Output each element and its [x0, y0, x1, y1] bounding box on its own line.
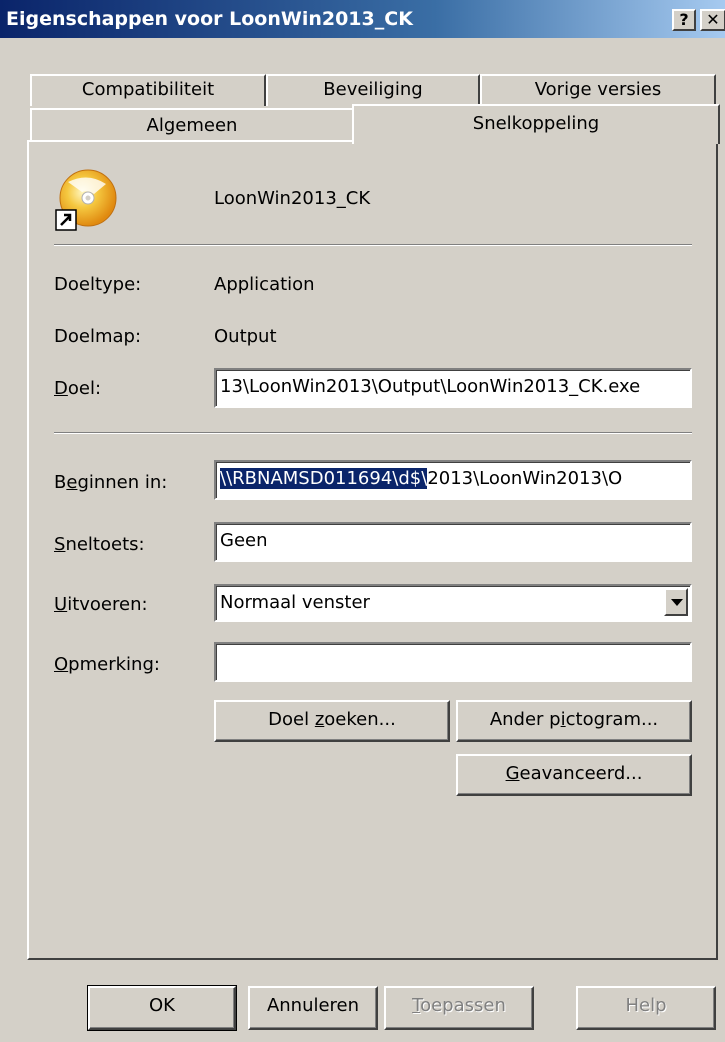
sneltoets-value: Geen [220, 530, 268, 551]
tab-label: Snelkoppeling [472, 113, 600, 134]
tab-label: Compatibiliteit [81, 79, 215, 100]
close-button[interactable]: ✕ [700, 9, 725, 31]
doel-label-accel: D [54, 378, 68, 399]
doelmap-label: Doelmap: [54, 326, 142, 347]
uitvoeren-label: Uitvoeren: [54, 594, 148, 615]
doel-label-rest: oel: [67, 378, 102, 399]
tab-beveiliging[interactable]: Beveiliging [266, 74, 480, 106]
btn-rest: eavanceerd... [519, 763, 643, 784]
sneltoets-label-rest: neltoets: [65, 534, 145, 555]
doel-zoeken-button[interactable]: Doel zoeken... [214, 700, 450, 742]
btn-accel: T [412, 995, 421, 1016]
opmerking-input[interactable] [214, 642, 692, 682]
uitvoeren-select[interactable]: Normaal venster [214, 584, 692, 622]
tab-algemeen[interactable]: Algemeen [30, 108, 354, 142]
btn-accel: G [505, 763, 520, 784]
opmerking-label: Opmerking: [54, 654, 160, 675]
tab-label: Vorige versies [534, 79, 662, 100]
opmerking-label-rest: pmerking: [68, 654, 160, 675]
btn-pre: Ander p [489, 709, 561, 730]
help-button[interactable]: ? [672, 9, 696, 31]
beginnen-rest-text: 2013\LoonWin2013\O [427, 468, 623, 489]
tab-compatibiliteit[interactable]: Compatibiliteit [30, 74, 266, 106]
btn-rest: ctogram... [565, 709, 659, 730]
uitvoeren-label-rest: itvoeren: [67, 594, 148, 615]
doelmap-value: Output [214, 326, 277, 347]
uitvoeren-label-accel: U [54, 594, 68, 615]
cd-disc-shortcut-icon [54, 168, 118, 232]
doeltype-value: Application [214, 274, 315, 295]
btn-rest: oeken... [324, 709, 396, 730]
geavanceerd-button[interactable]: Geavanceerd... [456, 754, 692, 796]
title-bar: Eigenschappen voor LoonWin2013_CK ? ✕ [0, 0, 725, 38]
separator [54, 244, 692, 246]
toepassen-button[interactable]: Toepassen [384, 986, 534, 1030]
doel-input[interactable]: 13\LoonWin2013\Output\LoonWin2013_CK.exe [214, 368, 692, 408]
sneltoets-label-accel: S [54, 534, 66, 555]
btn-pre: Doel [268, 709, 315, 730]
beginnen-label-accel: e [66, 472, 78, 493]
ander-pictogram-button[interactable]: Ander pictogram... [456, 700, 692, 742]
btn-rest: oepassen [420, 995, 506, 1016]
window-title: Eigenschappen voor LoonWin2013_CK [6, 8, 413, 30]
ok-button[interactable]: OK [87, 985, 237, 1031]
separator [54, 432, 692, 434]
beginnen-in-label: Beginnen in: [54, 472, 167, 493]
doeltype-label: Doeltype: [54, 274, 142, 295]
beginnen-in-input[interactable]: \\RBNAMSD011694\d$\2013\LoonWin2013\O [214, 460, 692, 500]
beginnen-label-pre: B [54, 472, 67, 493]
uitvoeren-value: Normaal venster [220, 592, 370, 613]
beginnen-label-rest: ginnen in: [77, 472, 168, 493]
tab-label: Beveiliging [323, 79, 423, 100]
chevron-down-icon[interactable] [664, 588, 688, 616]
tab-vorige-versies[interactable]: Vorige versies [480, 74, 716, 106]
annuleren-button[interactable]: Annuleren [248, 986, 378, 1030]
help-dialog-button[interactable]: Help [576, 986, 716, 1030]
sneltoets-input[interactable]: Geen [214, 522, 692, 562]
beginnen-selected-text: \\RBNAMSD011694\d$\ [220, 468, 428, 489]
sneltoets-label: Sneltoets: [54, 534, 145, 555]
tab-label: Algemeen [146, 115, 238, 136]
opmerking-label-accel: O [54, 654, 69, 675]
btn-accel: z [314, 709, 325, 730]
tab-snelkoppeling[interactable]: Snelkoppeling [352, 104, 720, 144]
doel-label: Doel: [54, 378, 101, 399]
shortcut-name: LoonWin2013_CK [214, 188, 371, 209]
doel-value: 13\LoonWin2013\Output\LoonWin2013_CK.exe [220, 376, 641, 397]
